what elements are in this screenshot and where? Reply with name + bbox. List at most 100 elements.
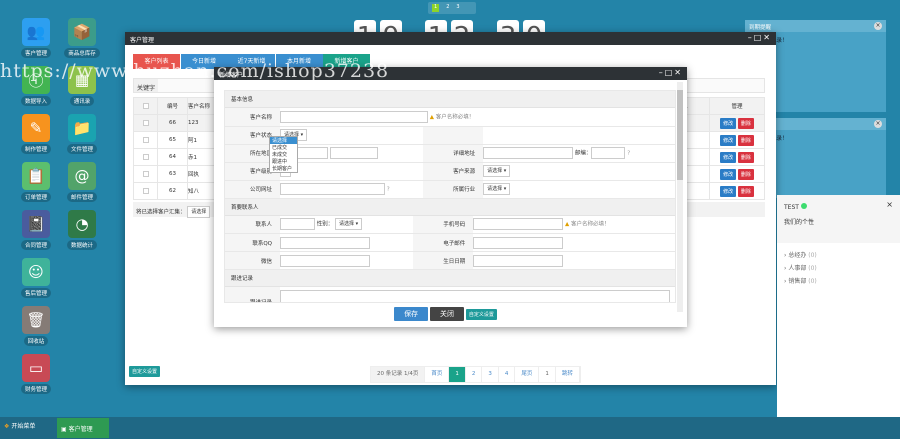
desktop-icon-label: 合同管理 xyxy=(20,240,51,250)
delete-button[interactable]: 删除 xyxy=(737,117,754,129)
desktop-icon-label: 数据统计 xyxy=(66,240,97,250)
desktop-icon[interactable]: ✎ 制作管理 xyxy=(14,114,58,154)
task-customer[interactable]: ▣ 客户管理 xyxy=(57,418,109,438)
qq-input[interactable] xyxy=(280,236,370,249)
field-label: 客户来源 xyxy=(423,162,484,181)
desktop-icon[interactable]: 🗑 回收站 xyxy=(14,306,58,346)
add-customer-modal: 新增客户 –□✕ 基本信息 客户名称 ▲ 客户名称必填！ 客户状态 请选择 ▾ 所… xyxy=(214,67,687,327)
dropdown-option[interactable]: 未成交 xyxy=(270,151,297,158)
jump-button[interactable]: 跳转 xyxy=(556,367,580,382)
desktop-icon[interactable]: ◔ 数据统计 xyxy=(60,210,104,250)
industry-select[interactable]: 请选择 ▾ xyxy=(483,183,511,195)
watermark: https://www.huzhan.com/ishop37238 xyxy=(0,60,390,82)
chevron-right-icon: › xyxy=(784,265,787,272)
page-1[interactable]: 1 xyxy=(449,367,466,382)
gender-select[interactable]: 请选择 ▾ xyxy=(335,218,363,231)
app-icon: ▭ xyxy=(22,354,50,382)
contact-group[interactable]: › 人事部 (0) xyxy=(784,262,893,275)
help-icon[interactable]: ? xyxy=(387,187,390,193)
field-label: 联系QQ xyxy=(225,233,280,252)
desktop-icon-label: 订单管理 xyxy=(20,192,51,202)
section-basic: 基本信息 xyxy=(225,91,675,108)
contact-group[interactable]: › 销售部 (0) xyxy=(784,275,893,288)
address-input[interactable] xyxy=(483,147,574,159)
edit-button[interactable]: 修改 xyxy=(720,117,737,129)
close-icon[interactable]: × xyxy=(886,200,893,209)
pager-dot[interactable]: 1 xyxy=(432,4,440,12)
row-checkbox[interactable] xyxy=(142,187,149,194)
email-input[interactable] xyxy=(473,236,564,249)
custom-settings-button[interactable]: 自定义设置 xyxy=(129,366,161,377)
first-page[interactable]: 首页 xyxy=(425,367,450,382)
row-checkbox[interactable] xyxy=(142,136,149,143)
close-icon[interactable]: × xyxy=(874,22,882,30)
row-checkbox[interactable] xyxy=(142,170,149,177)
desktop-icon-label: 客户管理 xyxy=(20,48,51,58)
batch-label: 将已选择客户汇集： xyxy=(136,209,186,216)
desktop-icon[interactable]: 📁 文件管理 xyxy=(60,114,104,154)
contact-group[interactable]: › 总经办 (0) xyxy=(784,249,893,262)
desktop-icon[interactable]: 📋 订单管理 xyxy=(14,162,58,202)
custom-settings-button[interactable]: 自定义设置 xyxy=(465,309,497,320)
zip-input[interactable] xyxy=(591,147,626,159)
delete-button[interactable]: 删除 xyxy=(737,168,754,180)
app-icon: 📋 xyxy=(22,162,50,190)
pager-dot[interactable]: 3 xyxy=(456,4,459,12)
close-icon[interactable]: × xyxy=(874,120,882,128)
desktop-icon-label: 制作管理 xyxy=(20,144,51,154)
select-all-checkbox[interactable] xyxy=(142,102,149,109)
last-page[interactable]: 尾页 xyxy=(515,367,540,382)
desktop-icon[interactable]: 👥 客户管理 xyxy=(14,18,58,58)
desktop-icon[interactable]: ☺ 售后管理 xyxy=(14,258,58,298)
phone-input[interactable] xyxy=(473,218,564,231)
delete-button[interactable]: 删除 xyxy=(737,151,754,163)
edit-button[interactable]: 修改 xyxy=(720,134,737,146)
contact-input[interactable] xyxy=(280,218,315,231)
row-checkbox[interactable] xyxy=(142,119,149,126)
customer-name-input[interactable] xyxy=(280,110,428,123)
help-icon[interactable]: ? xyxy=(627,151,630,157)
delete-button[interactable]: 删除 xyxy=(737,134,754,146)
website-input[interactable] xyxy=(280,183,385,195)
edit-button[interactable]: 修改 xyxy=(720,151,737,163)
wechat-input[interactable] xyxy=(280,254,370,267)
edit-button[interactable]: 修改 xyxy=(720,185,737,197)
page-3[interactable]: 3 xyxy=(482,367,499,382)
desktop-icon[interactable]: 📦 商品总库存 xyxy=(60,18,104,58)
close-button[interactable]: 关闭 xyxy=(429,307,464,321)
start-menu[interactable]: ❖ 开始菜单 xyxy=(4,421,35,430)
page-4[interactable]: 4 xyxy=(499,367,516,382)
dropdown-option[interactable]: 长期客户 xyxy=(270,165,297,172)
desktop-icon[interactable]: @ 邮件管理 xyxy=(60,162,104,202)
birthday-input[interactable] xyxy=(473,254,564,267)
section-follow: 跟进记录 xyxy=(225,270,675,287)
follow-textarea[interactable] xyxy=(280,289,670,302)
status-dropdown: 请选择 已成交 未成交 跟进中 长期客户 xyxy=(269,136,298,173)
page-2[interactable]: 2 xyxy=(466,367,483,382)
source-select[interactable]: 请选择 ▾ xyxy=(483,165,511,177)
edit-button[interactable]: 修改 xyxy=(720,168,737,180)
app-icon: 🗑 xyxy=(22,306,50,334)
batch-select[interactable]: 请选择 xyxy=(187,206,211,218)
jump-input[interactable]: 1 xyxy=(539,367,556,382)
dropdown-option[interactable]: 已成交 xyxy=(270,144,297,151)
notice-title: 到期提醒 xyxy=(745,20,886,32)
desktop-icon[interactable]: ▭ 财务管理 xyxy=(14,354,58,394)
dropdown-option[interactable]: 跟进中 xyxy=(270,158,297,165)
cell-id: 63 xyxy=(157,165,188,183)
delete-button[interactable]: 删除 xyxy=(737,185,754,197)
region-input[interactable] xyxy=(329,147,378,159)
save-button[interactable]: 保存 xyxy=(394,307,429,321)
field-label: 客户名称 xyxy=(225,108,280,127)
taskbar: ❖ 开始菜单 ▣ 客户管理 xyxy=(0,417,900,439)
window-controls[interactable]: –□✕ xyxy=(748,33,772,42)
cell-id: 66 xyxy=(157,114,188,132)
scrollbar[interactable] xyxy=(677,82,683,312)
field-label: 性别： xyxy=(316,221,334,228)
pager-dot[interactable]: 2 xyxy=(446,4,449,12)
row-checkbox[interactable] xyxy=(142,153,149,160)
dropdown-option[interactable]: 请选择 xyxy=(270,137,297,144)
modal-controls[interactable]: –□✕ xyxy=(659,68,683,77)
chat-panel: TEST × 我们的个性 👤 ● › 总经办 (0)› 人事部 (0)› 销售部… xyxy=(777,195,900,439)
desktop-icon[interactable]: 📓 合同管理 xyxy=(14,210,58,250)
